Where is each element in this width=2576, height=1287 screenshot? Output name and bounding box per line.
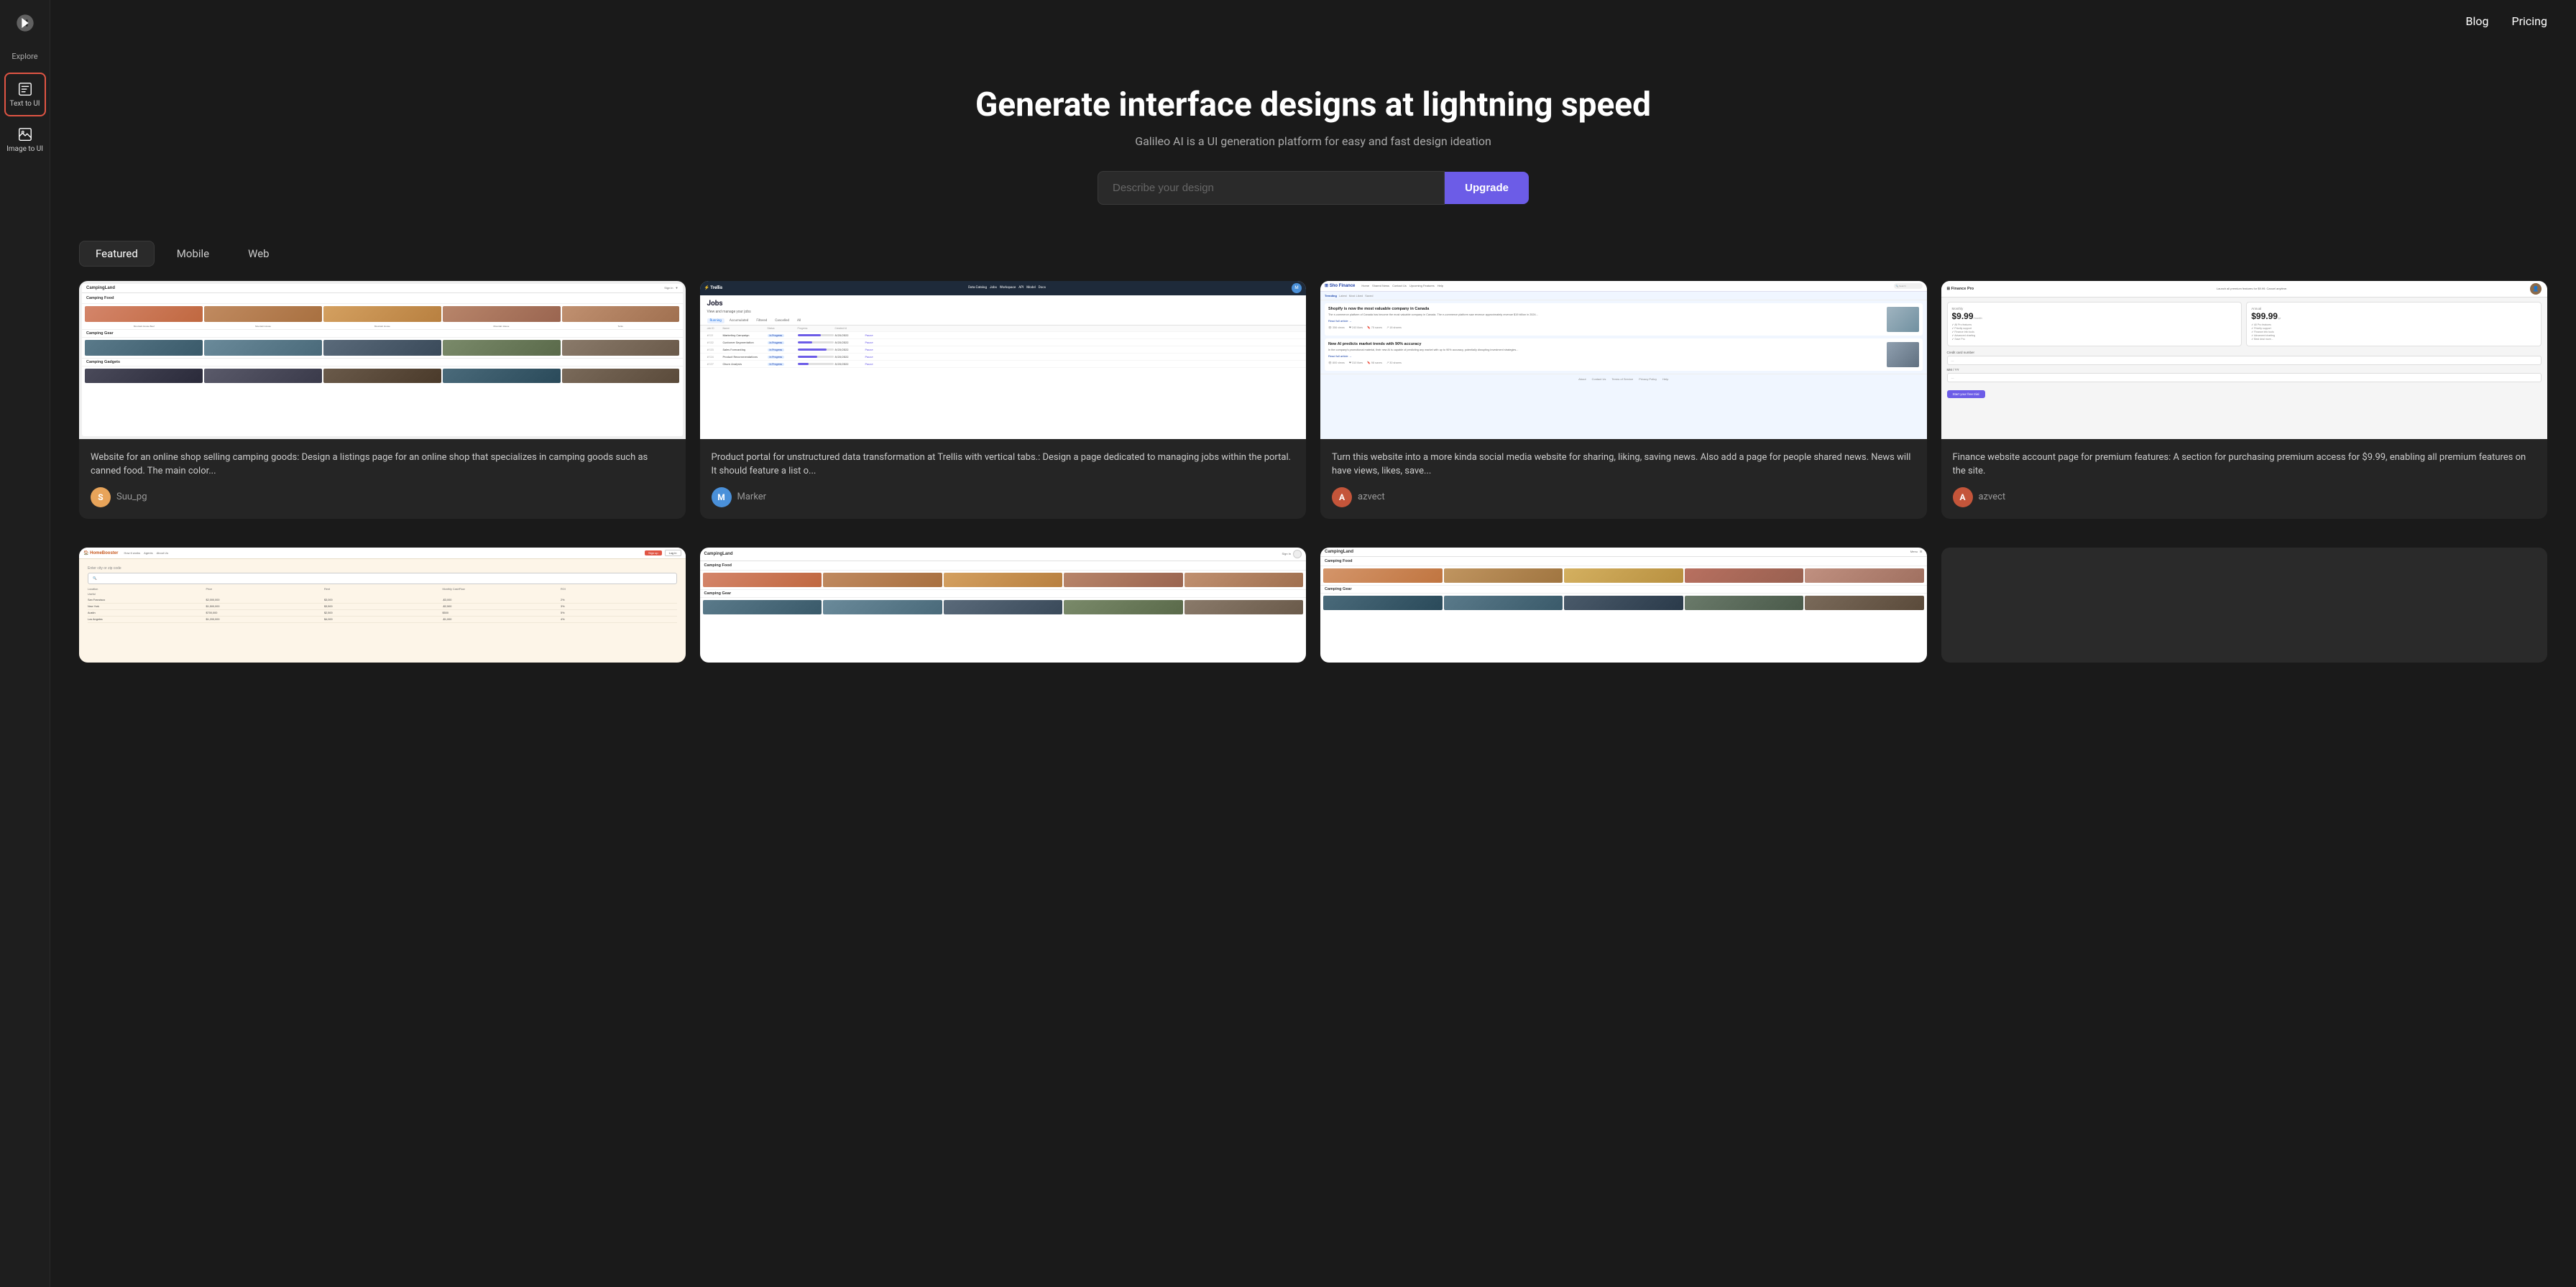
hero-section: Generate interface designs at lightning … xyxy=(50,43,2576,234)
card-1-desc: Website for an online shop selling campi… xyxy=(91,451,674,479)
card-1-preview: CampingLand Sign in▼ Camping Food xyxy=(79,281,686,439)
hero-subtext: Galileo AI is a UI generation platform f… xyxy=(65,134,2562,148)
bottom-card-2-preview: CampingLand Sign In Camping Food xyxy=(700,548,1307,663)
author-avatar-2: M xyxy=(712,487,732,507)
card-3-author: A azvect xyxy=(1332,487,1915,507)
tab-mobile[interactable]: Mobile xyxy=(160,241,226,267)
card-2-desc: Product portal for unstructured data tra… xyxy=(712,451,1295,479)
card-3-preview: ⊞ Sho Finance HomeShared NewsContact UsU… xyxy=(1320,281,1927,439)
card-camping[interactable]: CampingLand Sign in▼ Camping Food xyxy=(79,281,686,519)
hero-headline: Generate interface designs at lightning … xyxy=(65,86,2562,124)
card-3-desc: Turn this website into a more kinda soci… xyxy=(1332,451,1915,479)
card-1-body: Website for an online shop selling campi… xyxy=(79,439,686,519)
sidebar: Explore Text to UI Image to UI xyxy=(0,0,50,1287)
category-tabs: Featured Mobile Web xyxy=(50,234,2576,281)
author-avatar-1: S xyxy=(91,487,111,507)
author-name-4: azvect xyxy=(1979,492,2006,502)
sidebar-item-text-to-ui[interactable]: Text to UI xyxy=(4,73,46,116)
card-finance-pro[interactable]: ⊞ Finance Pro Launch all premium feature… xyxy=(1941,281,2548,519)
blog-link[interactable]: Blog xyxy=(2466,14,2489,28)
bottom-card-camping2[interactable]: CampingLand Sign In Camping Food xyxy=(700,548,1307,663)
bottom-card-4-preview xyxy=(1941,548,2548,663)
main-content: Generate interface designs at lightning … xyxy=(50,0,2576,706)
sidebar-item-image-to-ui[interactable]: Image to UI xyxy=(4,119,46,160)
design-input[interactable] xyxy=(1098,171,1445,205)
author-avatar-3: A xyxy=(1332,487,1352,507)
hero-search-row: Upgrade xyxy=(1098,171,1529,205)
card-4-body: Finance website account page for premium… xyxy=(1941,439,2548,519)
card-finance-news[interactable]: ⊞ Sho Finance HomeShared NewsContact UsU… xyxy=(1320,281,1927,519)
card-4-desc: Finance website account page for premium… xyxy=(1953,451,2536,479)
card-2-body: Product portal for unstructured data tra… xyxy=(700,439,1307,519)
tab-web[interactable]: Web xyxy=(231,241,285,267)
bottom-card-homebooster[interactable]: 🏠 HomeBooster How it worksAgentsAbout Us… xyxy=(79,548,686,663)
text-to-ui-label: Text to UI xyxy=(9,100,40,108)
author-name-2: Marker xyxy=(737,492,767,502)
tab-featured[interactable]: Featured xyxy=(79,241,155,267)
sidebar-logo xyxy=(11,9,40,37)
pricing-link[interactable]: Pricing xyxy=(2512,14,2548,28)
bottom-card-1-preview: 🏠 HomeBooster How it worksAgentsAbout Us… xyxy=(79,548,686,663)
author-name-3: azvect xyxy=(1358,492,1385,502)
card-1-author: S Suu_pg xyxy=(91,487,674,507)
explore-label: Explore xyxy=(12,52,37,61)
image-to-ui-label: Image to UI xyxy=(6,145,43,153)
bottom-card-4[interactable] xyxy=(1941,548,2548,663)
card-4-preview: ⊞ Finance Pro Launch all premium feature… xyxy=(1941,281,2548,439)
card-trellis[interactable]: ⚡ Trellis Data CatalogJobsWorkspaceAPIMo… xyxy=(700,281,1307,519)
bottom-card-camping3[interactable]: CampingLand Menu ☰ Camping Food xyxy=(1320,548,1927,663)
upgrade-button[interactable]: Upgrade xyxy=(1445,172,1529,204)
top-nav: Blog Pricing xyxy=(2437,0,2576,42)
bottom-row: 🏠 HomeBooster How it worksAgentsAbout Us… xyxy=(50,548,2576,706)
bottom-card-3-preview: CampingLand Menu ☰ Camping Food xyxy=(1320,548,1927,663)
author-name-1: Suu_pg xyxy=(116,492,147,502)
author-avatar-4: A xyxy=(1953,487,1973,507)
card-4-author: A azvect xyxy=(1953,487,2536,507)
card-2-preview: ⚡ Trellis Data CatalogJobsWorkspaceAPIMo… xyxy=(700,281,1307,439)
cards-grid: CampingLand Sign in▼ Camping Food xyxy=(50,281,2576,548)
card-3-body: Turn this website into a more kinda soci… xyxy=(1320,439,1927,519)
card-2-author: M Marker xyxy=(712,487,1295,507)
